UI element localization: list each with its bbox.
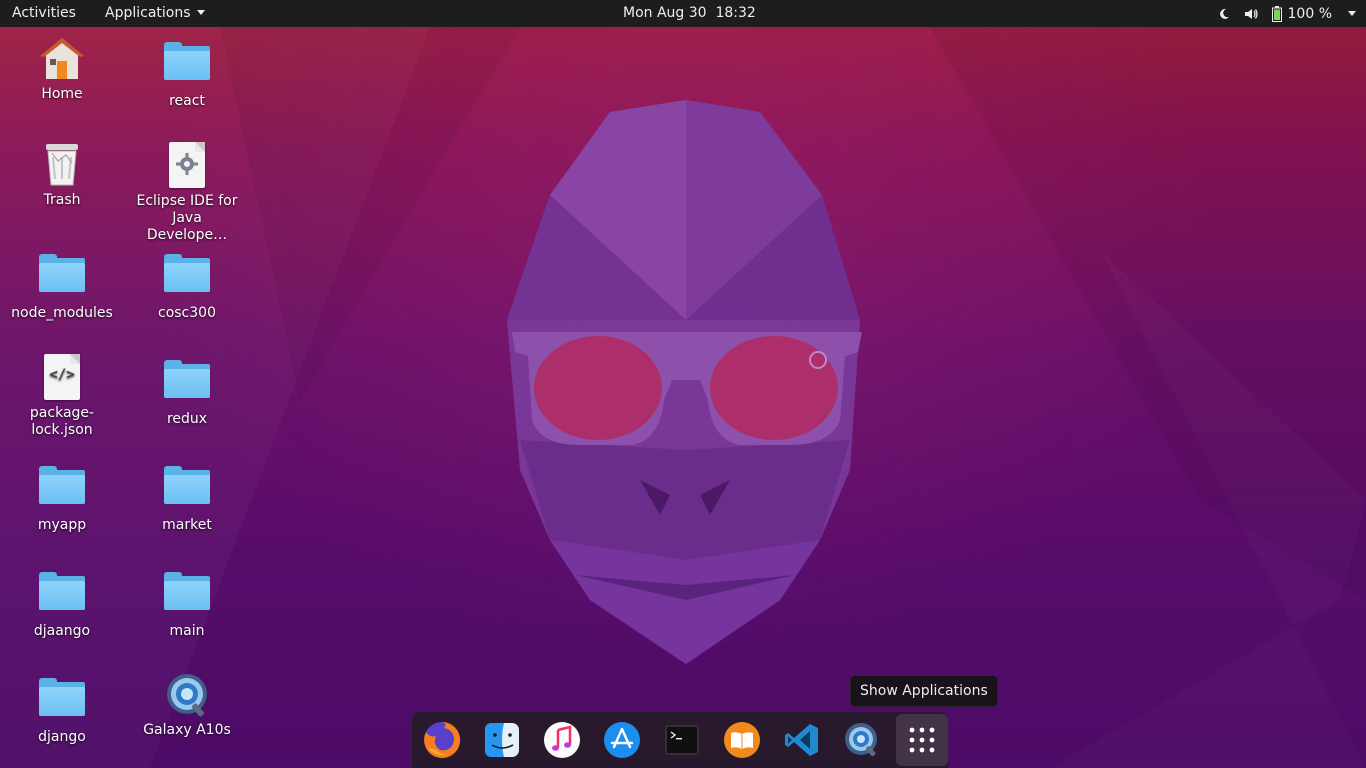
desktop-icon-eclipse[interactable]: Eclipse IDE for Java Develope…	[127, 141, 247, 244]
desktop-icon-label: node_modules	[11, 305, 113, 321]
desktop-icon-cosc300[interactable]: cosc300	[127, 247, 247, 322]
desktop-icon-react[interactable]: react	[127, 35, 247, 110]
desktop-icon-market[interactable]: market	[127, 459, 247, 534]
show-applications-button[interactable]	[896, 714, 948, 766]
desktop-icon-galaxy-a10s[interactable]: Galaxy A10s	[127, 671, 247, 739]
night-light-icon	[1218, 0, 1230, 27]
folder-icon	[38, 254, 86, 302]
dock-item-music[interactable]	[542, 720, 582, 760]
desktop-icon-main[interactable]: main	[127, 565, 247, 640]
terminal-icon	[665, 725, 699, 755]
activities-button[interactable]: Activities	[0, 0, 88, 27]
folder-icon	[163, 466, 211, 514]
desktop-icon-package-lock[interactable]: </> package-lock.json	[2, 353, 122, 439]
chevron-down-icon	[196, 10, 205, 15]
music-icon	[544, 722, 580, 758]
show-applications-tooltip: Show Applications	[850, 675, 998, 707]
volume-icon	[1244, 0, 1258, 27]
folder-icon	[38, 466, 86, 514]
desktop-icon-redux[interactable]: redux	[127, 353, 247, 428]
desktop-icon-djaango[interactable]: djaango	[2, 565, 122, 640]
desktop-icon-label: Galaxy A10s	[143, 722, 231, 738]
applications-menu[interactable]: Applications	[94, 0, 216, 27]
desktop-icon-label: cosc300	[158, 305, 216, 321]
desktop-icon-label: django	[38, 729, 86, 745]
trash-icon	[38, 141, 86, 189]
dock-item-terminal[interactable]	[662, 720, 702, 760]
battery-percent: 100 %	[1287, 5, 1332, 22]
phone-device-icon	[163, 671, 211, 719]
desktop-icon-label: market	[162, 517, 212, 533]
folder-icon	[163, 42, 211, 90]
app-store-icon	[604, 722, 640, 758]
applications-label: Applications	[105, 5, 191, 21]
dock-item-firefox[interactable]	[422, 720, 462, 760]
desktop-icon-label: myapp	[37, 517, 87, 533]
vscode-icon	[785, 724, 818, 756]
battery-indicator: 100 %	[1271, 5, 1332, 22]
dock	[412, 712, 948, 768]
desktop-icon-node-modules[interactable]: node_modules	[2, 247, 122, 322]
folder-icon	[38, 572, 86, 620]
folder-icon	[163, 254, 211, 302]
desktop-icon-label: Home	[41, 86, 83, 102]
desktop-icon-label: Trash	[43, 192, 81, 208]
desktop-icon-trash[interactable]: Trash	[2, 141, 122, 209]
dock-item-vscode[interactable]	[782, 720, 822, 760]
desktop-icon-myapp[interactable]: myapp	[2, 459, 122, 534]
home-icon	[38, 35, 86, 83]
desktop-icon-home[interactable]: Home	[2, 35, 122, 103]
dock-item-software[interactable]	[602, 720, 642, 760]
battery-icon	[1271, 5, 1282, 22]
top-bar: Activities Applications Mon Aug 30 18:32…	[0, 0, 1366, 27]
dock-item-device[interactable]	[842, 720, 882, 760]
code-file-icon: </>	[38, 354, 86, 402]
folder-icon	[38, 678, 86, 726]
books-icon	[724, 722, 760, 758]
clock[interactable]: Mon Aug 30 18:32	[613, 0, 766, 27]
desktop-icon-label: redux	[166, 411, 208, 427]
device-icon	[845, 723, 877, 757]
folder-icon	[163, 572, 211, 620]
desktop-icon-django[interactable]: django	[2, 671, 122, 746]
desktop-icon-label: react	[169, 93, 205, 109]
desktop-icon-label: djaango	[33, 623, 91, 639]
folder-icon	[163, 360, 211, 408]
finder-icon	[485, 723, 519, 757]
settings-file-icon	[163, 142, 211, 190]
system-tray[interactable]: 100 %	[1218, 0, 1356, 27]
grid-icon	[909, 727, 935, 753]
desktop-icon-label: package-lock.json	[29, 405, 95, 438]
dock-item-files[interactable]	[482, 720, 522, 760]
desktop-icon-label: main	[169, 623, 205, 639]
desktop-icon-label: Eclipse IDE for Java Develope…	[136, 193, 238, 243]
gorilla-mascot	[507, 100, 862, 664]
chevron-down-icon	[1348, 11, 1356, 16]
firefox-icon	[424, 721, 461, 758]
dock-item-books[interactable]	[722, 720, 762, 760]
